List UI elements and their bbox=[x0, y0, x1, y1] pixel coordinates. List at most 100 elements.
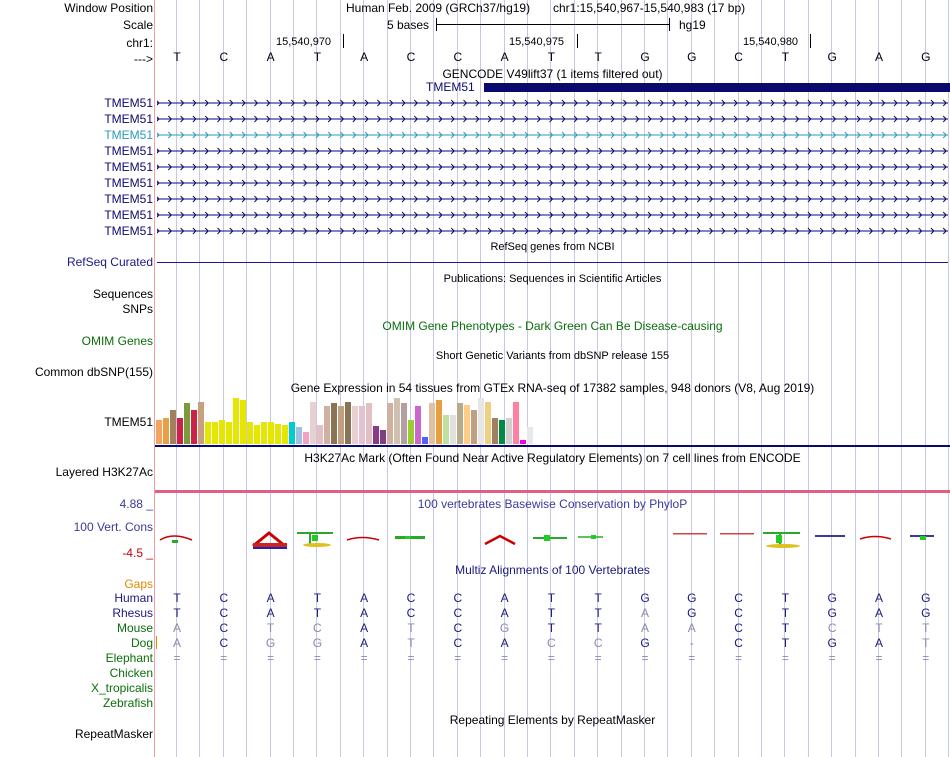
gencode-transcript-label[interactable]: TMEM51 bbox=[104, 128, 153, 142]
conservation-track-title[interactable]: 100 vertebrates Basewise Conservation by… bbox=[155, 497, 950, 511]
gtex-gene-label[interactable]: TMEM51 bbox=[104, 415, 153, 429]
gtex-bar[interactable] bbox=[401, 403, 407, 444]
gencode-transcript-line[interactable] bbox=[157, 129, 948, 141]
gtex-bar[interactable] bbox=[492, 418, 498, 444]
gtex-bar[interactable] bbox=[303, 432, 309, 444]
repeatmasker-label[interactable]: RepeatMasker bbox=[75, 727, 153, 741]
gtex-bar[interactable] bbox=[261, 422, 267, 444]
strand-arrow-label[interactable]: ---> bbox=[134, 52, 153, 66]
h3k27ac-track-title[interactable]: H3K27Ac Mark (Often Found Near Active Re… bbox=[155, 451, 950, 465]
gencode-transcript-line[interactable] bbox=[157, 177, 948, 189]
multiz-track-title[interactable]: Multiz Alignments of 100 Vertebrates bbox=[155, 563, 950, 577]
gtex-bar[interactable] bbox=[513, 402, 519, 444]
gtex-bar[interactable] bbox=[331, 403, 337, 444]
gtex-bar[interactable] bbox=[324, 406, 330, 444]
gtex-bar[interactable] bbox=[156, 420, 162, 444]
gtex-bar[interactable] bbox=[275, 424, 281, 444]
gtex-bar[interactable] bbox=[198, 402, 204, 444]
gtex-bar[interactable] bbox=[254, 425, 260, 444]
gencode-transcript-line[interactable] bbox=[157, 161, 948, 173]
gtex-bar[interactable] bbox=[338, 406, 344, 444]
conservation-logos[interactable] bbox=[155, 528, 950, 552]
gencode-transcript-line[interactable] bbox=[157, 193, 948, 205]
species-label[interactable]: Zebrafish bbox=[103, 696, 153, 710]
gtex-bar[interactable] bbox=[429, 403, 435, 444]
h3k27ac-signal[interactable] bbox=[155, 490, 950, 493]
gtex-bar[interactable] bbox=[520, 440, 526, 444]
gtex-bar[interactable] bbox=[282, 425, 288, 444]
gencode-transcript-label[interactable]: TMEM51 bbox=[104, 192, 153, 206]
gtex-track-title[interactable]: Gene Expression in 54 tissues from GTEx … bbox=[155, 381, 950, 395]
gtex-bar[interactable] bbox=[226, 422, 232, 444]
gtex-bar[interactable] bbox=[205, 422, 211, 444]
publications-track-title[interactable]: Publications: Sequences in Scientific Ar… bbox=[155, 273, 950, 285]
gencode-transcript-label[interactable]: TMEM51 bbox=[104, 208, 153, 222]
gtex-bar[interactable] bbox=[359, 406, 365, 444]
species-label[interactable]: Human bbox=[114, 591, 153, 605]
gtex-bar[interactable] bbox=[289, 422, 295, 444]
gtex-bar[interactable] bbox=[233, 398, 239, 444]
gtex-bar[interactable] bbox=[380, 430, 386, 444]
gtex-bar[interactable] bbox=[415, 406, 421, 444]
species-label[interactable]: Mouse bbox=[117, 621, 153, 635]
gtex-bar[interactable] bbox=[317, 425, 323, 444]
gtex-bar[interactable] bbox=[247, 422, 253, 444]
gtex-bar[interactable] bbox=[219, 420, 225, 444]
refseq-track-title[interactable]: RefSeq genes from NCBI bbox=[155, 241, 950, 253]
species-label[interactable]: X_tropicalis bbox=[91, 681, 153, 695]
gtex-bar[interactable] bbox=[527, 427, 533, 444]
gtex-bar[interactable] bbox=[408, 420, 414, 444]
refseq-gene-line[interactable] bbox=[157, 262, 948, 263]
conservation-label[interactable]: 100 Vert. Cons bbox=[74, 520, 153, 534]
gtex-bar[interactable] bbox=[177, 418, 183, 444]
gencode-transcript-line[interactable] bbox=[157, 113, 948, 125]
refseq-label[interactable]: RefSeq Curated bbox=[67, 255, 153, 269]
gtex-bar[interactable] bbox=[478, 398, 484, 444]
gtex-bar[interactable] bbox=[296, 427, 302, 444]
gtex-expression-bars[interactable] bbox=[156, 396, 536, 444]
gencode-transcript-label[interactable]: TMEM51 bbox=[104, 112, 153, 126]
publications-sequences-label[interactable]: Sequences bbox=[93, 287, 153, 301]
gtex-bar[interactable] bbox=[184, 403, 190, 444]
gtex-bar[interactable] bbox=[506, 418, 512, 444]
species-label[interactable]: Chicken bbox=[110, 666, 153, 680]
gencode-transcript-label[interactable]: TMEM51 bbox=[104, 160, 153, 174]
species-label[interactable]: Elephant bbox=[106, 651, 153, 665]
dbsnp-label[interactable]: Common dbSNP(155) bbox=[35, 365, 153, 379]
gencode-transcript-line[interactable] bbox=[157, 145, 948, 157]
omim-track-title[interactable]: OMIM Gene Phenotypes - Dark Green Can Be… bbox=[155, 319, 950, 333]
gencode-transcript-line[interactable] bbox=[157, 97, 948, 109]
repeatmasker-track-title[interactable]: Repeating Elements by RepeatMasker bbox=[155, 713, 950, 727]
multiz-gaps-label[interactable]: Gaps bbox=[124, 577, 153, 591]
gtex-bar[interactable] bbox=[436, 400, 442, 444]
dbsnp-track-title[interactable]: Short Genetic Variants from dbSNP releas… bbox=[155, 350, 950, 362]
gtex-bar[interactable] bbox=[170, 410, 176, 444]
h3k27ac-label[interactable]: Layered H3K27Ac bbox=[56, 465, 153, 479]
species-label[interactable]: Dog bbox=[131, 636, 153, 650]
gtex-bar[interactable] bbox=[310, 402, 316, 444]
gtex-bar[interactable] bbox=[422, 437, 428, 444]
gtex-bar[interactable] bbox=[499, 420, 505, 444]
gencode-track-title[interactable]: GENCODE V49lift37 (1 items filtered out) bbox=[155, 67, 950, 81]
gtex-bar[interactable] bbox=[191, 410, 197, 444]
gtex-bar[interactable] bbox=[268, 422, 274, 444]
gencode-transcript-label[interactable]: TMEM51 bbox=[104, 224, 153, 238]
gtex-bar[interactable] bbox=[373, 426, 379, 444]
publications-snps-label[interactable]: SNPs bbox=[122, 302, 153, 316]
gtex-bar[interactable] bbox=[485, 402, 491, 444]
gtex-bar[interactable] bbox=[457, 403, 463, 444]
gtex-bar[interactable] bbox=[345, 402, 351, 444]
gtex-bar[interactable] bbox=[443, 415, 449, 444]
gencode-gene-label[interactable]: TMEM51 bbox=[426, 80, 475, 94]
omim-label[interactable]: OMIM Genes bbox=[82, 334, 153, 348]
gencode-transcript-label[interactable]: TMEM51 bbox=[104, 96, 153, 110]
gtex-bar[interactable] bbox=[366, 403, 372, 444]
gencode-transcript-line[interactable] bbox=[157, 209, 948, 221]
gtex-bar[interactable] bbox=[352, 406, 358, 444]
gencode-transcript-label[interactable]: TMEM51 bbox=[104, 144, 153, 158]
gtex-bar[interactable] bbox=[163, 418, 169, 444]
gencode-transcript-label[interactable]: TMEM51 bbox=[104, 176, 153, 190]
gtex-bar[interactable] bbox=[387, 403, 393, 444]
gtex-bar[interactable] bbox=[240, 400, 246, 444]
gene-exon-block[interactable] bbox=[484, 83, 950, 92]
